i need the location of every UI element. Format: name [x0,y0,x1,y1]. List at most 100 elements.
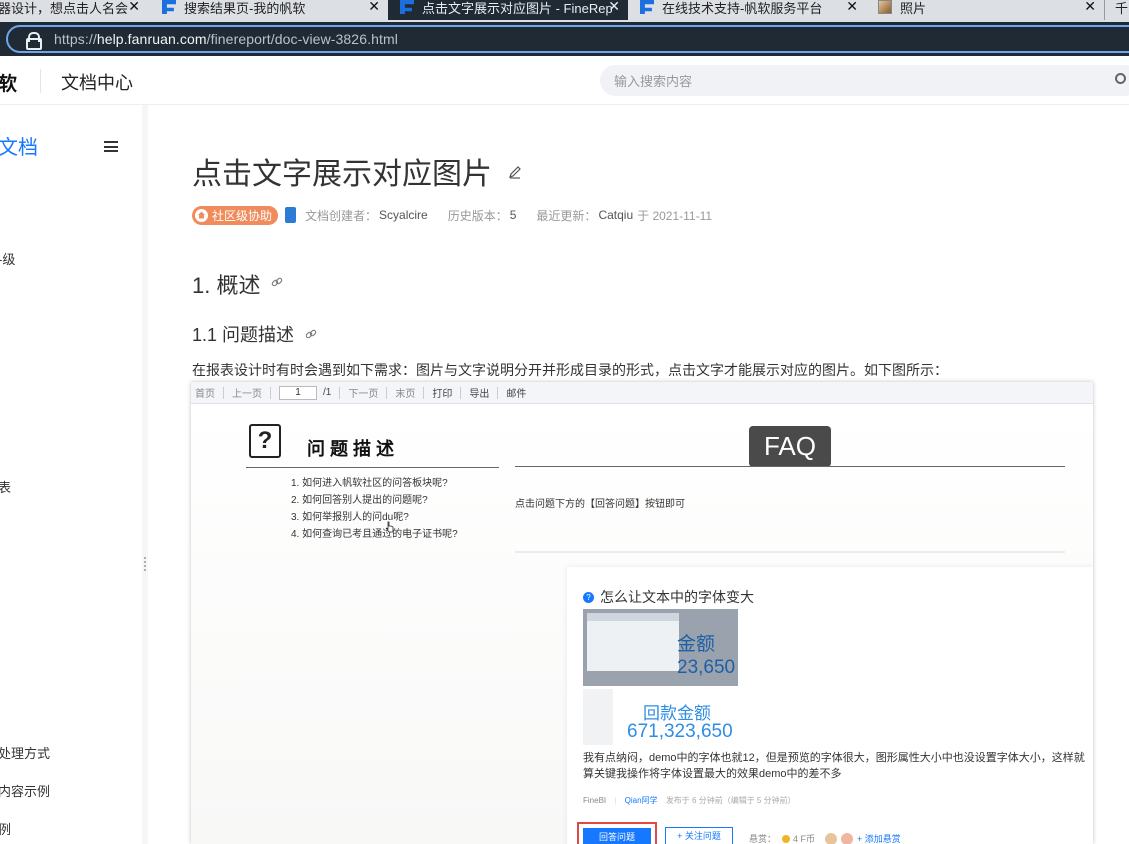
qa-title: ? 怎么让文本中的字体变大 [583,587,754,607]
tab-label: 千 [1115,0,1129,16]
url-host: help.fanruan.com [96,31,207,47]
highlight-box: 回答问题 [577,822,657,844]
close-icon[interactable]: ✕ [368,0,380,15]
browser-tab-5[interactable]: 照片 ✕ [866,0,1104,20]
page-total: /1 [323,387,332,398]
amount-text: 金额 23,650 [677,634,736,678]
follow-button: + 关注问题 [665,827,733,844]
qa-chart-image: 回款金额 671,323,650 [583,689,743,745]
url-field[interactable]: https://help.fanruan.com/finereport/doc-… [6,25,1129,53]
tab-label: 在线技术支持-帆软服务平台 [662,0,823,16]
creator-label: 文档创建者： [305,208,378,223]
qa-title-text: 怎么让文本中的字体变大 [600,589,754,605]
sidebar-item[interactable]: 例 [0,819,11,838]
article-content: 点击文字展示对应图片 社区级协助 文档创建者： Scyalcire 历史版本： … [148,105,1129,844]
export-button: 导出 [469,389,490,400]
qa-card: ? 怎么让文本中的字体变大 金额 23,650 回款金额 671,323,650 … [567,567,1093,844]
f-icon [400,0,414,14]
question-mark-icon: ? [583,591,594,603]
reward-label: 悬赏： [749,834,777,844]
mail-button: 邮件 [506,389,527,400]
drag-handle-icon[interactable] [144,557,147,573]
edit-icon[interactable] [508,165,522,179]
sidebar-item[interactable]: -级 [0,249,15,268]
browser-tab-3[interactable]: 点击文字展示对应图片 - FineRep ✕ [388,0,628,20]
prev-page-button: 上一页 [232,389,262,400]
f-icon [162,0,176,14]
page-number-field: 1 [279,385,317,400]
tab-label: 器设计，想点击人名会 [0,0,129,16]
url-text: https://help.fanruan.com/finereport/doc-… [54,31,398,47]
sidebar-title[interactable]: 文档 [0,131,38,160]
divider [515,466,1065,467]
thumbnail [583,689,613,745]
qa-screenshot: 金额 23,650 [583,609,738,686]
window-thumbnail [587,613,679,671]
faq-answer: 点击问题下方的【回答问题】按钮即可 [515,499,685,510]
last-page-button: 末页 [395,389,416,400]
qa-body: 我有点纳闷，demo中的字体也就12，但是预览的字体很大，图形属性大小中也没设置… [583,752,1085,780]
browser-tab-6[interactable]: 千 [1104,0,1129,20]
url-path: /finereport/doc-view-3826.html [206,31,398,47]
badge-label: 社区级协助 [212,208,273,223]
paragraph: 在报表设计时有时会遇到如下需求：图片与文字说明分开并形成目录的形式，点击文字才能… [192,362,948,378]
avatar [841,832,854,844]
updated-date: 于 2021-11-11 [637,208,713,223]
search-icon[interactable] [1115,73,1126,84]
answer-button: 回答问题 [583,828,651,844]
menu-icon[interactable] [104,141,118,152]
close-icon[interactable]: ✕ [128,0,140,15]
lock-icon [26,32,42,50]
faq-label: FAQ [749,426,831,467]
browser-tab-bar: 器设计，想点击人名会 ✕ 搜索结果页-我的帆软 ✕ 点击文字展示对应图片 - F… [0,0,1129,22]
search-placeholder: 输入搜索内容 [614,74,693,89]
coin-icon [782,834,791,843]
question-item: 4. 如何查询已考且通过的电子证书呢? [291,529,458,540]
close-icon[interactable]: ✕ [846,0,858,15]
doc-center-link[interactable]: 文档中心 [61,69,133,95]
add-reward-link: + 添加悬赏 [857,834,901,844]
qa-user: Qian阿学 [624,796,658,805]
photo-icon [878,0,892,14]
browser-tab-2[interactable]: 搜索结果页-我的帆软 ✕ [150,0,388,20]
question-item: 1. 如何进入帆软社区的问答板块呢? [291,478,448,489]
close-icon[interactable]: ✕ [1084,0,1096,15]
divider [515,551,1065,553]
brand-logo[interactable]: 软 [0,69,17,96]
creator-name: Scyalcire [379,208,428,222]
avatar [825,832,838,844]
subsection-heading: 1.1 问题描述 [192,325,295,345]
browser-tab-1[interactable]: 器设计，想点击人名会 ✕ [0,0,148,20]
search-input[interactable]: 输入搜索内容 [600,65,1129,96]
support-badge[interactable]: 社区级协助 [192,205,279,225]
tab-label: 搜索结果页-我的帆软 [184,0,306,16]
home-icon [195,208,208,222]
question-title: 问题描述 [307,439,399,459]
sidebar-item[interactable]: 处理方式 [0,743,50,762]
sidebar-item[interactable]: 表 [0,477,11,496]
question-item: 2. 如何回答别人提出的问题呢? [291,495,428,506]
section-heading: 1. 概述 [192,273,261,298]
close-icon[interactable]: ✕ [608,0,620,15]
page-title: 点击文字展示对应图片 [192,158,492,191]
question-list: 1. 如何进入帆软社区的问答板块呢? 2. 如何回答别人提出的问题呢? 3. 如… [291,475,458,543]
mobile-icon[interactable] [285,207,297,223]
address-bar: https://help.fanruan.com/finereport/doc-… [0,22,1129,56]
faq-report: ? 问题描述 1. 如何进入帆软社区的问答板块呢? 2. 如何回答别人提出的问题… [191,405,1093,844]
url-prefix: https:// [54,31,97,47]
link-icon[interactable] [271,276,283,288]
f-icon [640,0,654,14]
divider [246,467,499,468]
report-toolbar: 首页 上一页 1 /1 下一页 末页 打印 导出 邮件 [191,382,1093,404]
next-page-button: 下一页 [348,389,379,400]
history-count[interactable]: 5 [510,208,517,222]
browser-tab-4[interactable]: 在线技术支持-帆软服务平台 ✕ [628,0,866,20]
amount-value: 671,323,650 [627,721,733,742]
first-page-button: 首页 [195,389,215,400]
reward-info: 悬赏： 4 F币 + 添加悬赏 [749,832,901,844]
updated-label: 最近更新： [536,208,597,223]
header-divider [40,69,41,93]
site-header: 软 文档中心 输入搜索内容 [0,56,1129,105]
link-icon[interactable] [305,328,317,340]
sidebar-item[interactable]: 内容示例 [0,781,50,800]
